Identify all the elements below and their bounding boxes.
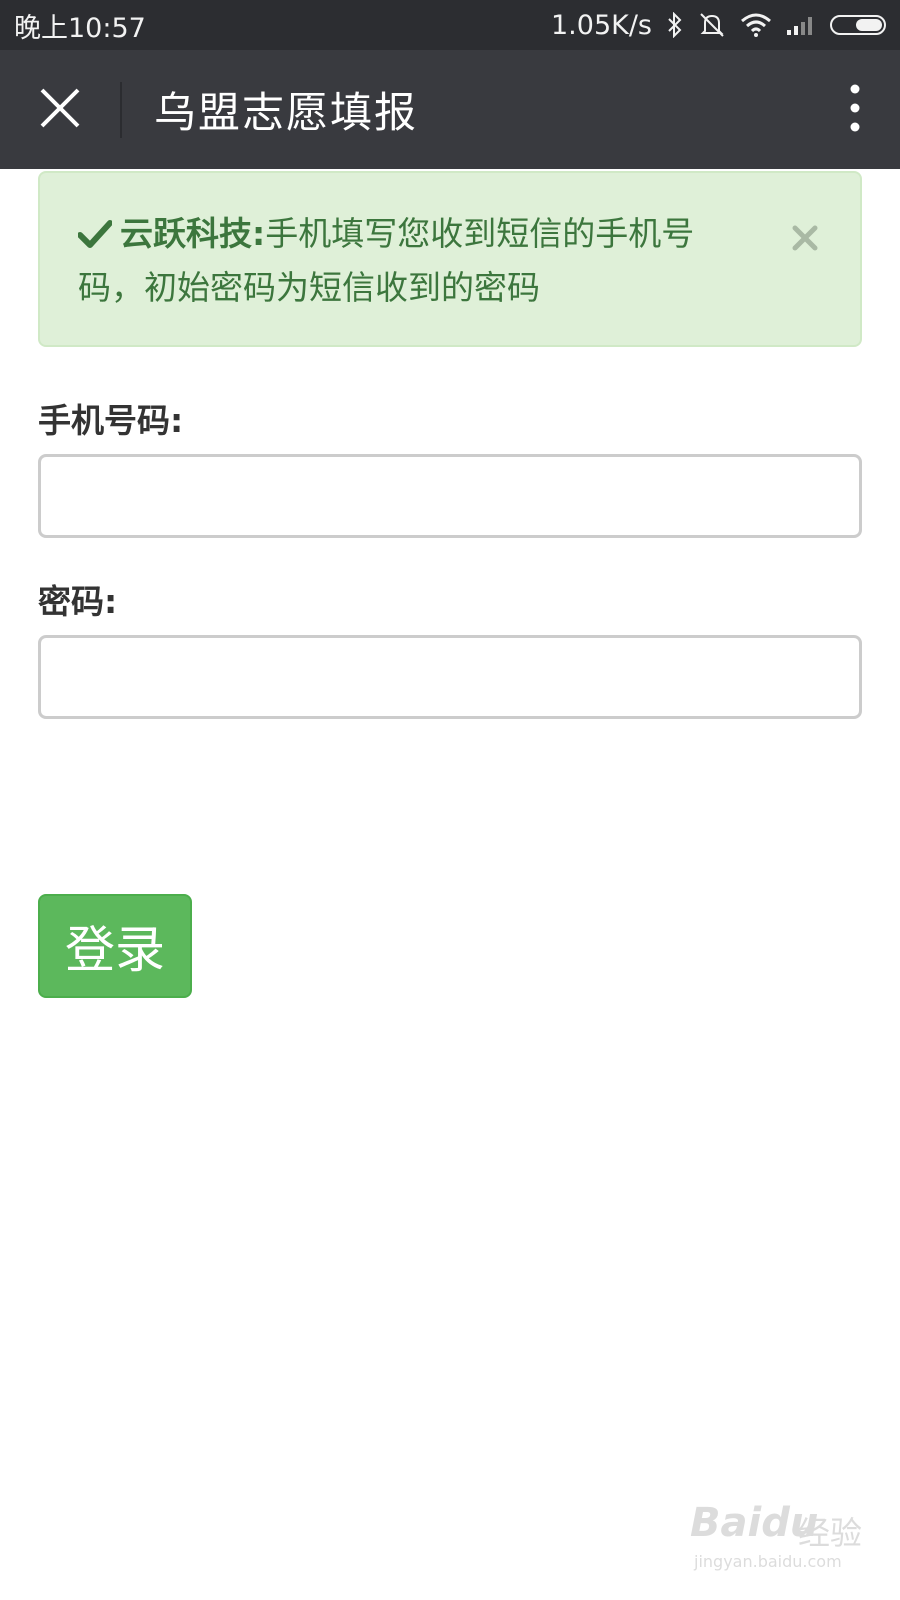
- info-alert: 云跃科技:手机填写您收到短信的手机号码，初始密码为短信收到的密码: [38, 171, 862, 347]
- mute-icon: [698, 11, 726, 39]
- bluetooth-icon: [666, 12, 684, 38]
- alert-brand: 云跃科技:: [120, 214, 266, 253]
- signal-icon: [786, 14, 816, 36]
- title-bar: 乌盟志愿填报: [0, 50, 900, 169]
- more-vertical-icon: [849, 83, 861, 137]
- close-icon: [38, 86, 82, 134]
- status-bar: 晚上10:57 1.05K/s: [0, 0, 900, 50]
- password-input[interactable]: [38, 635, 862, 719]
- phone-input[interactable]: [38, 454, 862, 538]
- network-speed: 1.05K/s: [551, 9, 652, 41]
- close-button[interactable]: [0, 50, 120, 169]
- phone-label: 手机号码:: [38, 401, 184, 440]
- battery-icon: [830, 15, 886, 35]
- status-indicators: 1.05K/s: [551, 10, 886, 41]
- wifi-icon: [740, 13, 772, 37]
- more-button[interactable]: [810, 50, 900, 169]
- alert-close-icon[interactable]: [792, 215, 822, 251]
- watermark-url: jingyan.baidu.com: [694, 1552, 842, 1571]
- baidu-jingyan-watermark: Baidu 经验 jingyan.baidu.com: [690, 1500, 880, 1571]
- login-button[interactable]: 登录: [38, 894, 192, 998]
- watermark-brand-cn: 经验: [798, 1514, 863, 1552]
- page-title: 乌盟志愿填报: [154, 88, 419, 137]
- status-time: 晚上10:57: [14, 12, 146, 44]
- password-label: 密码:: [38, 582, 118, 621]
- title-divider: [120, 81, 122, 138]
- check-icon: [77, 213, 113, 263]
